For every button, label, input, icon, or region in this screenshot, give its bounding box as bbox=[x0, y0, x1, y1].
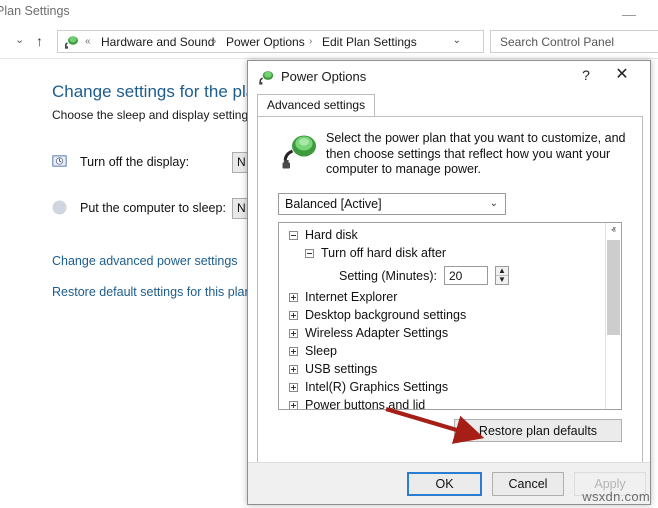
dialog-title: Power Options bbox=[281, 69, 366, 84]
restore-plan-defaults-button[interactable]: Restore plan defaults bbox=[454, 419, 622, 442]
tree-item-label: Wireless Adapter Settings bbox=[305, 326, 448, 340]
power-plan-select[interactable]: Balanced [Active] ⌄ bbox=[278, 193, 506, 215]
search-input[interactable]: Search Control Panel bbox=[490, 30, 658, 53]
tab-advanced-settings[interactable]: Advanced settings bbox=[257, 94, 375, 117]
setting-minutes-stepper[interactable]: ▲ ▼ bbox=[495, 266, 509, 285]
tree-item-label: Intel(R) Graphics Settings bbox=[305, 380, 448, 394]
setting-minutes-value: 20 bbox=[449, 269, 462, 283]
dialog-description: Select the power plan that you want to c… bbox=[326, 131, 626, 178]
cancel-button[interactable]: Cancel bbox=[492, 472, 564, 496]
power-plan-value: Balanced [Active] bbox=[285, 197, 382, 211]
stepper-down-icon[interactable]: ▼ bbox=[496, 276, 508, 284]
expand-toggle-icon[interactable] bbox=[289, 383, 298, 392]
arrow-up-icon[interactable]: ↑ bbox=[36, 33, 43, 49]
help-icon[interactable]: ? bbox=[577, 67, 595, 83]
power-options-icon bbox=[64, 34, 80, 50]
tree-item-label: Power buttons and lid bbox=[305, 398, 425, 410]
sleep-moon-icon bbox=[50, 198, 70, 218]
advanced-settings-tree[interactable]: Hard disk Turn off hard disk after Setti… bbox=[278, 222, 622, 410]
window-titlebar: Plan Settings bbox=[0, 0, 658, 27]
tree-item-label: Sleep bbox=[305, 344, 337, 358]
scroll-up-icon[interactable]: ⱏ bbox=[606, 223, 621, 238]
chevron-down-icon[interactable]: ⌄ bbox=[15, 33, 24, 46]
expand-toggle-icon[interactable] bbox=[289, 401, 298, 410]
tree-scrollbar[interactable]: ⱏ ⱟ bbox=[605, 223, 621, 409]
tab-panel-advanced-settings: Select the power plan that you want to c… bbox=[257, 116, 643, 465]
dialog-body: Advanced settings Select the power plan … bbox=[257, 94, 643, 465]
setting-minutes-input[interactable]: 20 bbox=[444, 266, 488, 285]
minimize-button[interactable] bbox=[617, 4, 643, 22]
expand-toggle-icon[interactable] bbox=[289, 293, 298, 302]
turn-off-display-value: N bbox=[237, 155, 246, 169]
watermark: wsxdn.com bbox=[582, 489, 650, 504]
tabstrip: Advanced settings bbox=[257, 94, 643, 116]
ok-button[interactable]: OK bbox=[407, 472, 482, 496]
navigation-bar: ‹ ⌄ ↑ « Hardware and Sound › Power Optio… bbox=[0, 27, 658, 57]
chevron-down-icon[interactable]: ⌄ bbox=[453, 35, 461, 46]
page-title: Change settings for the plan bbox=[52, 82, 265, 102]
breadcrumb-separator: › bbox=[213, 36, 216, 47]
collapse-toggle-icon[interactable] bbox=[289, 231, 298, 240]
collapse-toggle-icon[interactable] bbox=[305, 249, 314, 258]
scrollbar-thumb[interactable] bbox=[607, 240, 620, 335]
expand-toggle-icon[interactable] bbox=[289, 329, 298, 338]
setting-label: Put the computer to sleep: bbox=[80, 201, 226, 215]
window-title: Plan Settings bbox=[0, 4, 70, 18]
power-plug-icon bbox=[258, 69, 275, 86]
setting-minutes-label: Setting (Minutes): bbox=[339, 269, 437, 283]
link-restore-default-settings[interactable]: Restore default settings for this plan bbox=[52, 285, 251, 299]
breadcrumb-prefix: « bbox=[85, 36, 91, 47]
breadcrumb-separator: › bbox=[309, 36, 312, 47]
tree-item-label: Desktop background settings bbox=[305, 308, 466, 322]
tree-item-label: USB settings bbox=[305, 362, 377, 376]
power-options-dialog: Power Options ? ✕ Advanced settings Sele… bbox=[247, 60, 651, 505]
power-plug-large-icon bbox=[280, 131, 320, 171]
stepper-up-icon[interactable]: ▲ bbox=[496, 267, 508, 275]
display-icon bbox=[50, 152, 70, 172]
tree-item-label: Hard disk bbox=[305, 228, 358, 242]
expand-toggle-icon[interactable] bbox=[289, 347, 298, 356]
breadcrumb-item-edit-plan-settings[interactable]: Edit Plan Settings bbox=[322, 35, 417, 49]
put-computer-to-sleep-value: N bbox=[237, 201, 246, 215]
close-icon[interactable]: ✕ bbox=[612, 66, 632, 84]
toolbar-divider bbox=[0, 58, 658, 59]
setting-label: Turn off the display: bbox=[80, 155, 189, 169]
minimize-icon bbox=[622, 15, 636, 16]
search-placeholder: Search Control Panel bbox=[500, 35, 614, 49]
link-change-advanced-power-settings[interactable]: Change advanced power settings bbox=[52, 254, 238, 268]
chevron-down-icon: ⌄ bbox=[490, 198, 498, 209]
address-bar[interactable]: « Hardware and Sound › Power Options › E… bbox=[57, 30, 484, 53]
scroll-down-icon[interactable]: ⱟ bbox=[606, 394, 621, 409]
tree-item-label: Turn off hard disk after bbox=[321, 246, 446, 260]
expand-toggle-icon[interactable] bbox=[289, 311, 298, 320]
page-subtitle: Choose the sleep and display setting bbox=[52, 108, 248, 122]
expand-toggle-icon[interactable] bbox=[289, 365, 298, 374]
breadcrumb-item-hardware-and-sound[interactable]: Hardware and Sound bbox=[101, 35, 214, 49]
tree-item-label: Internet Explorer bbox=[305, 290, 397, 304]
dialog-titlebar: Power Options ? ✕ bbox=[248, 61, 650, 94]
breadcrumb-item-power-options[interactable]: Power Options bbox=[226, 35, 305, 49]
